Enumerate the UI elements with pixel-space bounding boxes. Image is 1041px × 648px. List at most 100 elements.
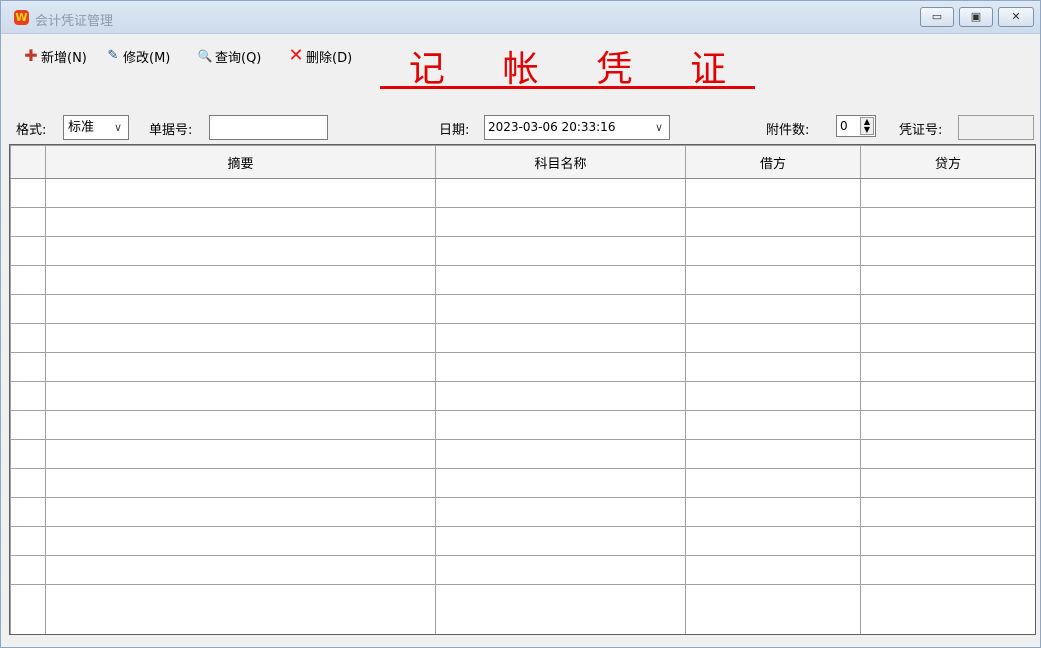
row-selector-cell[interactable] [10, 265, 46, 295]
minimize-button[interactable]: ▭ [920, 7, 954, 27]
table-row[interactable] [10, 265, 1035, 295]
account-cell[interactable] [435, 410, 686, 440]
close-button[interactable]: ✕ [998, 7, 1034, 27]
account-cell[interactable] [435, 178, 686, 208]
date-picker[interactable]: 2023-03-06 20:33:16 ∨ [484, 115, 670, 140]
table-row[interactable] [10, 497, 1035, 527]
summary-cell[interactable] [45, 584, 436, 634]
row-selector-cell[interactable] [10, 178, 46, 208]
credit-cell[interactable] [860, 294, 1035, 324]
table-row[interactable] [10, 468, 1035, 498]
credit-cell[interactable] [860, 497, 1035, 527]
query-button[interactable]: 🔍 查询(Q) [197, 47, 262, 66]
delete-button[interactable]: ✕ 删除(D) [288, 47, 352, 66]
credit-cell[interactable] [860, 410, 1035, 440]
spin-down-icon[interactable]: ▼ [861, 126, 873, 134]
summary-cell[interactable] [45, 178, 436, 208]
row-selector-cell[interactable] [10, 497, 46, 527]
bill-number-input[interactable] [209, 115, 328, 140]
debit-cell[interactable] [685, 497, 861, 527]
account-cell[interactable] [435, 439, 686, 469]
table-row[interactable] [10, 207, 1035, 237]
account-cell[interactable] [435, 207, 686, 237]
stepper-buttons[interactable]: ▲ ▼ [860, 117, 874, 135]
table-row[interactable] [10, 526, 1035, 556]
table-row[interactable] [10, 584, 1035, 634]
debit-cell[interactable] [685, 439, 861, 469]
voucher-entry-grid[interactable]: 摘要 科目名称 借方 贷方 [9, 144, 1036, 635]
debit-cell[interactable] [685, 265, 861, 295]
account-cell[interactable] [435, 497, 686, 527]
debit-cell[interactable] [685, 526, 861, 556]
row-selector-cell[interactable] [10, 439, 46, 469]
account-cell[interactable] [435, 381, 686, 411]
column-header-credit[interactable]: 贷方 [860, 145, 1035, 179]
summary-cell[interactable] [45, 468, 436, 498]
credit-cell[interactable] [860, 236, 1035, 266]
summary-cell[interactable] [45, 265, 436, 295]
row-selector-cell[interactable] [10, 294, 46, 324]
table-row[interactable] [10, 294, 1035, 324]
table-row[interactable] [10, 178, 1035, 208]
summary-cell[interactable] [45, 410, 436, 440]
summary-cell[interactable] [45, 352, 436, 382]
summary-cell[interactable] [45, 323, 436, 353]
credit-cell[interactable] [860, 323, 1035, 353]
table-row[interactable] [10, 555, 1035, 585]
debit-cell[interactable] [685, 352, 861, 382]
row-selector-cell[interactable] [10, 236, 46, 266]
account-cell[interactable] [435, 555, 686, 585]
row-selector-header[interactable] [10, 145, 46, 179]
debit-cell[interactable] [685, 584, 861, 634]
table-row[interactable] [10, 439, 1035, 469]
summary-cell[interactable] [45, 381, 436, 411]
debit-cell[interactable] [685, 294, 861, 324]
account-cell[interactable] [435, 352, 686, 382]
summary-cell[interactable] [45, 236, 436, 266]
column-header-summary[interactable]: 摘要 [45, 145, 436, 179]
row-selector-cell[interactable] [10, 323, 46, 353]
summary-cell[interactable] [45, 439, 436, 469]
table-row[interactable] [10, 236, 1035, 266]
row-selector-cell[interactable] [10, 352, 46, 382]
account-cell[interactable] [435, 468, 686, 498]
debit-cell[interactable] [685, 555, 861, 585]
table-row[interactable] [10, 323, 1035, 353]
row-selector-cell[interactable] [10, 555, 46, 585]
debit-cell[interactable] [685, 207, 861, 237]
debit-cell[interactable] [685, 236, 861, 266]
summary-cell[interactable] [45, 497, 436, 527]
summary-cell[interactable] [45, 294, 436, 324]
account-cell[interactable] [435, 236, 686, 266]
table-row[interactable] [10, 410, 1035, 440]
credit-cell[interactable] [860, 381, 1035, 411]
summary-cell[interactable] [45, 555, 436, 585]
row-selector-cell[interactable] [10, 468, 46, 498]
credit-cell[interactable] [860, 555, 1035, 585]
row-selector-cell[interactable] [10, 410, 46, 440]
account-cell[interactable] [435, 584, 686, 634]
column-header-debit[interactable]: 借方 [685, 145, 861, 179]
debit-cell[interactable] [685, 410, 861, 440]
debit-cell[interactable] [685, 381, 861, 411]
account-cell[interactable] [435, 294, 686, 324]
table-row[interactable] [10, 352, 1035, 382]
credit-cell[interactable] [860, 265, 1035, 295]
debit-cell[interactable] [685, 468, 861, 498]
credit-cell[interactable] [860, 526, 1035, 556]
debit-cell[interactable] [685, 178, 861, 208]
credit-cell[interactable] [860, 207, 1035, 237]
summary-cell[interactable] [45, 207, 436, 237]
row-selector-cell[interactable] [10, 584, 46, 634]
column-header-account[interactable]: 科目名称 [435, 145, 686, 179]
row-selector-cell[interactable] [10, 207, 46, 237]
credit-cell[interactable] [860, 178, 1035, 208]
account-cell[interactable] [435, 526, 686, 556]
title-bar[interactable]: W 会计凭证管理 ▭ ▣ ✕ [1, 1, 1040, 34]
credit-cell[interactable] [860, 468, 1035, 498]
credit-cell[interactable] [860, 439, 1035, 469]
credit-cell[interactable] [860, 352, 1035, 382]
edit-button[interactable]: ✎ 修改(M) [105, 47, 171, 66]
attachment-count-stepper[interactable]: 0 ▲ ▼ [836, 115, 876, 137]
credit-cell[interactable] [860, 584, 1035, 634]
